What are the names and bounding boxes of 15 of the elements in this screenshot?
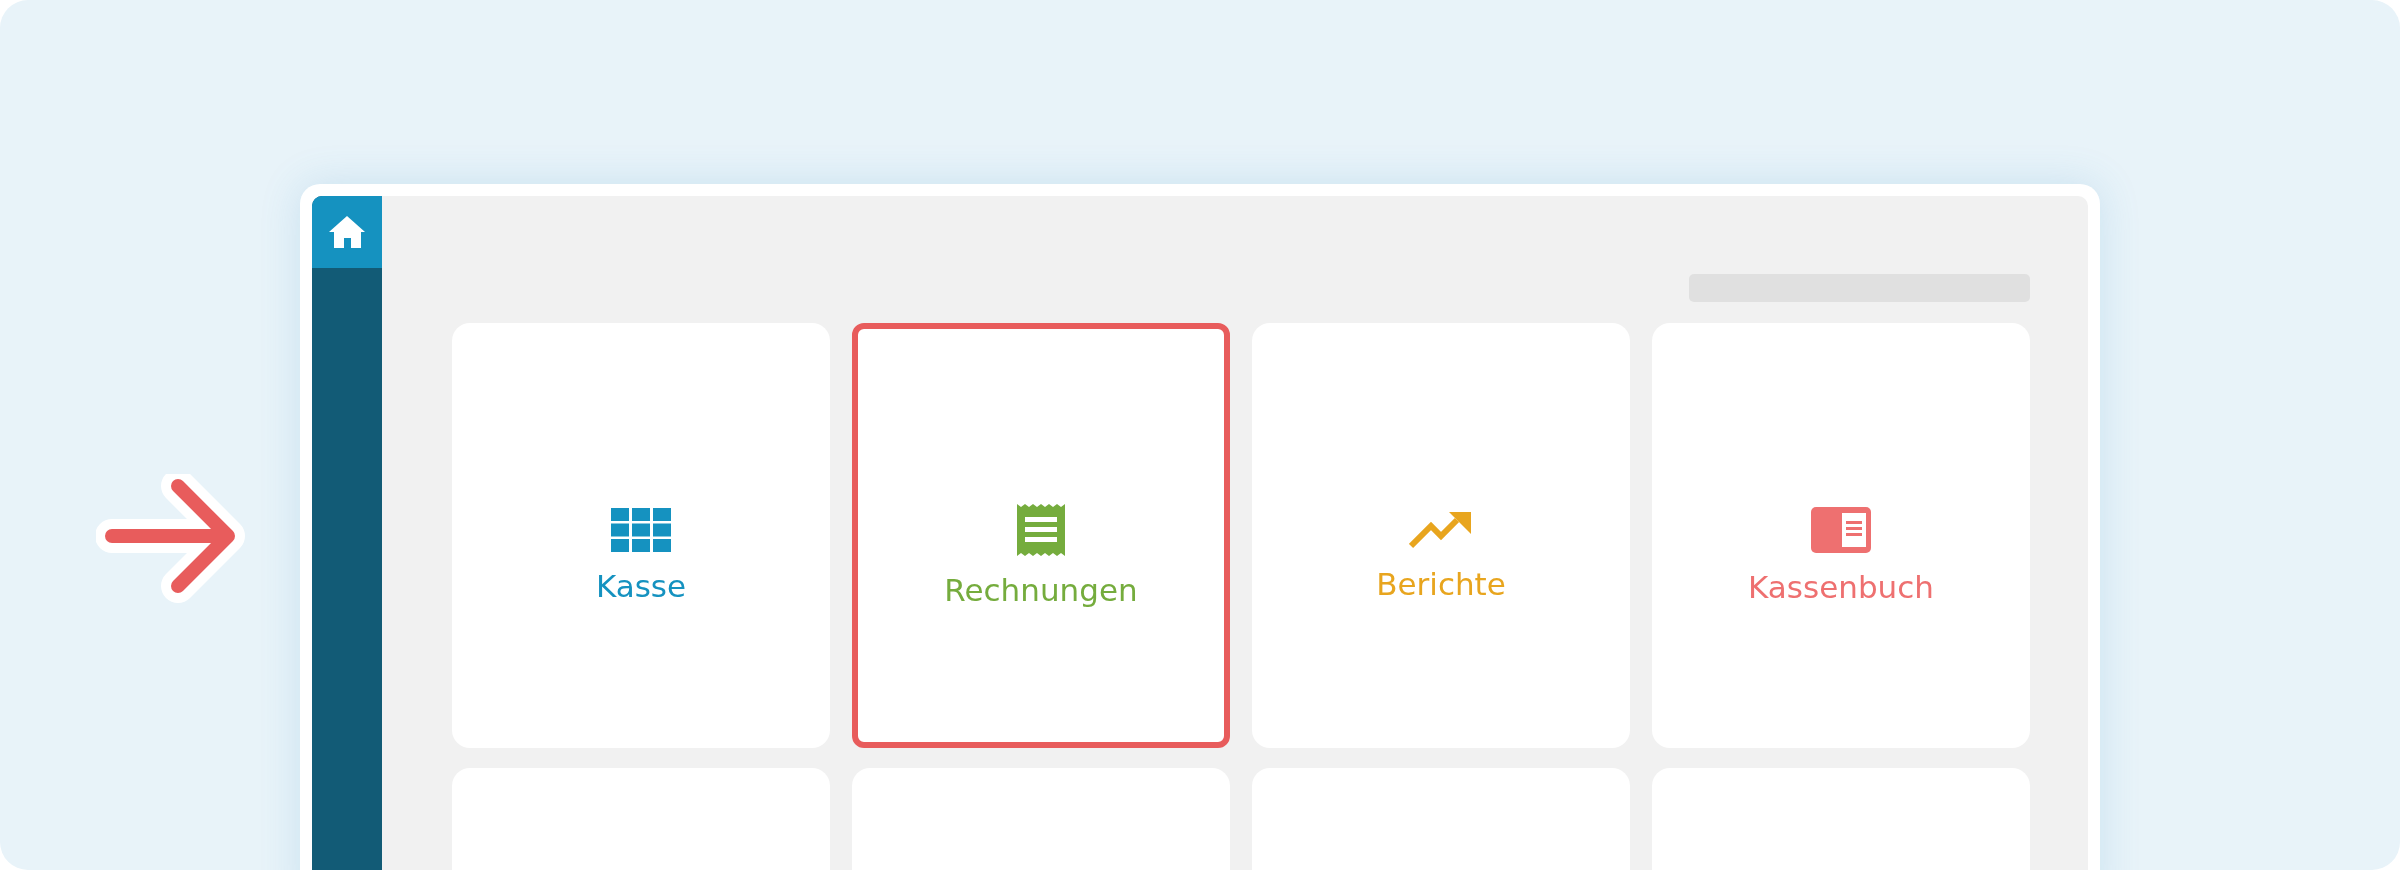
app-tile[interactable]: Kasse	[452, 323, 830, 748]
pointer-arrow-icon	[96, 474, 246, 604]
home-icon	[329, 216, 365, 248]
receipt-icon	[1017, 503, 1065, 556]
home-button[interactable]	[312, 196, 382, 268]
tile-label: Kassenbuch	[1748, 568, 1934, 605]
app-tile[interactable]: Kassenbuch	[1652, 323, 2030, 748]
app-tile[interactable]: Rechnungen	[852, 323, 1230, 748]
tile-label: Kasse	[595, 567, 687, 604]
app-tile[interactable]: Berichte	[1252, 323, 1630, 748]
book-icon	[1811, 506, 1871, 553]
tile-label: Berichte	[1376, 565, 1506, 602]
grid-icon	[611, 507, 671, 552]
trend-up-icon	[1409, 509, 1473, 550]
tile-label: Rechnungen	[944, 571, 1138, 608]
